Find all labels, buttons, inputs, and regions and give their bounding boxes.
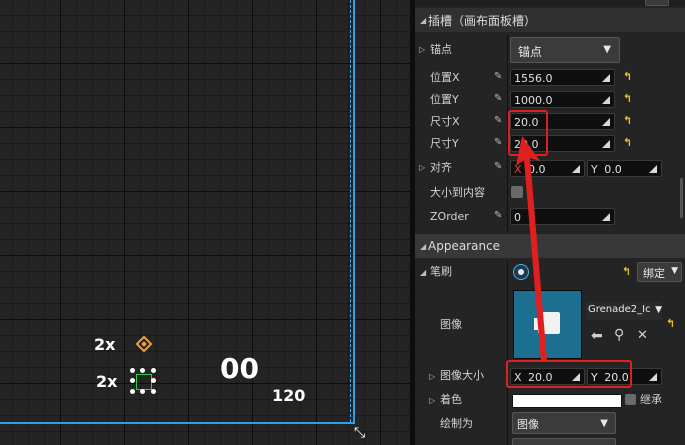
red-arrow-icon xyxy=(516,136,547,362)
annotation-arrow xyxy=(516,136,547,362)
